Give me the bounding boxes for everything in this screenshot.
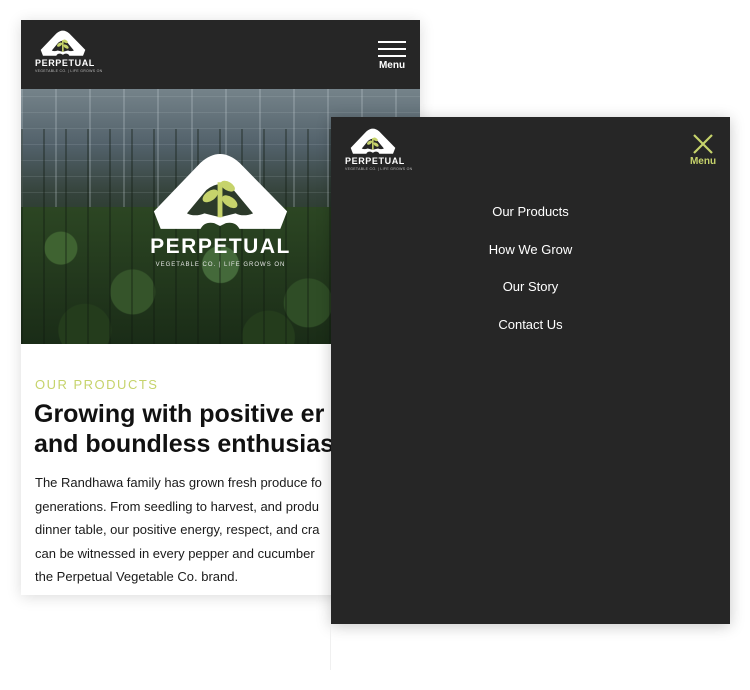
nav-item-our-products[interactable]: Our Products (331, 201, 730, 239)
logo-tagline: VEGETABLE CO. | LIFE GROWS ON (345, 167, 413, 171)
hands-leaf-logo-icon (153, 154, 288, 229)
divider (330, 624, 331, 670)
nav-item-contact-us[interactable]: Contact Us (331, 314, 730, 352)
section-eyebrow: OUR PRODUCTS (35, 377, 159, 392)
site-header: PERPETUAL VEGETABLE CO. | LIFE GROWS ON … (21, 20, 420, 89)
site-logo[interactable]: PERPETUAL VEGETABLE CO. | LIFE GROWS ON (345, 127, 413, 175)
site-logo[interactable]: PERPETUAL VEGETABLE CO. | LIFE GROWS ON (35, 29, 103, 77)
nav-item-how-we-grow[interactable]: How We Grow (331, 239, 730, 277)
hamburger-icon-line (378, 55, 406, 57)
close-icon (693, 134, 713, 154)
logo-tagline: VEGETABLE CO. | LIFE GROWS ON (35, 69, 103, 73)
hero-logo-wordmark: PERPETUAL (150, 235, 291, 258)
hamburger-icon (378, 41, 406, 43)
hands-leaf-logo-icon (350, 128, 396, 154)
logo-wordmark: PERPETUAL (35, 58, 95, 68)
logo-wordmark: PERPETUAL (345, 156, 405, 166)
menu-button-label: Menu (378, 60, 406, 71)
hands-leaf-logo-icon (40, 30, 86, 56)
menu-overlay: PERPETUAL VEGETABLE CO. | LIFE GROWS ON … (331, 117, 730, 624)
main-navigation: Our Products How We Grow Our Story Conta… (331, 201, 730, 352)
hero-logo-tagline: VEGETABLE CO. | LIFE GROWS ON (155, 262, 286, 268)
hero-logo: PERPETUAL VEGETABLE CO. | LIFE GROWS ON (148, 149, 293, 279)
menu-button[interactable]: Menu (376, 39, 408, 79)
close-menu-label: Menu (689, 156, 717, 167)
close-menu-button[interactable]: Menu (685, 133, 721, 173)
hamburger-icon-line (378, 48, 406, 50)
nav-item-our-story[interactable]: Our Story (331, 276, 730, 314)
